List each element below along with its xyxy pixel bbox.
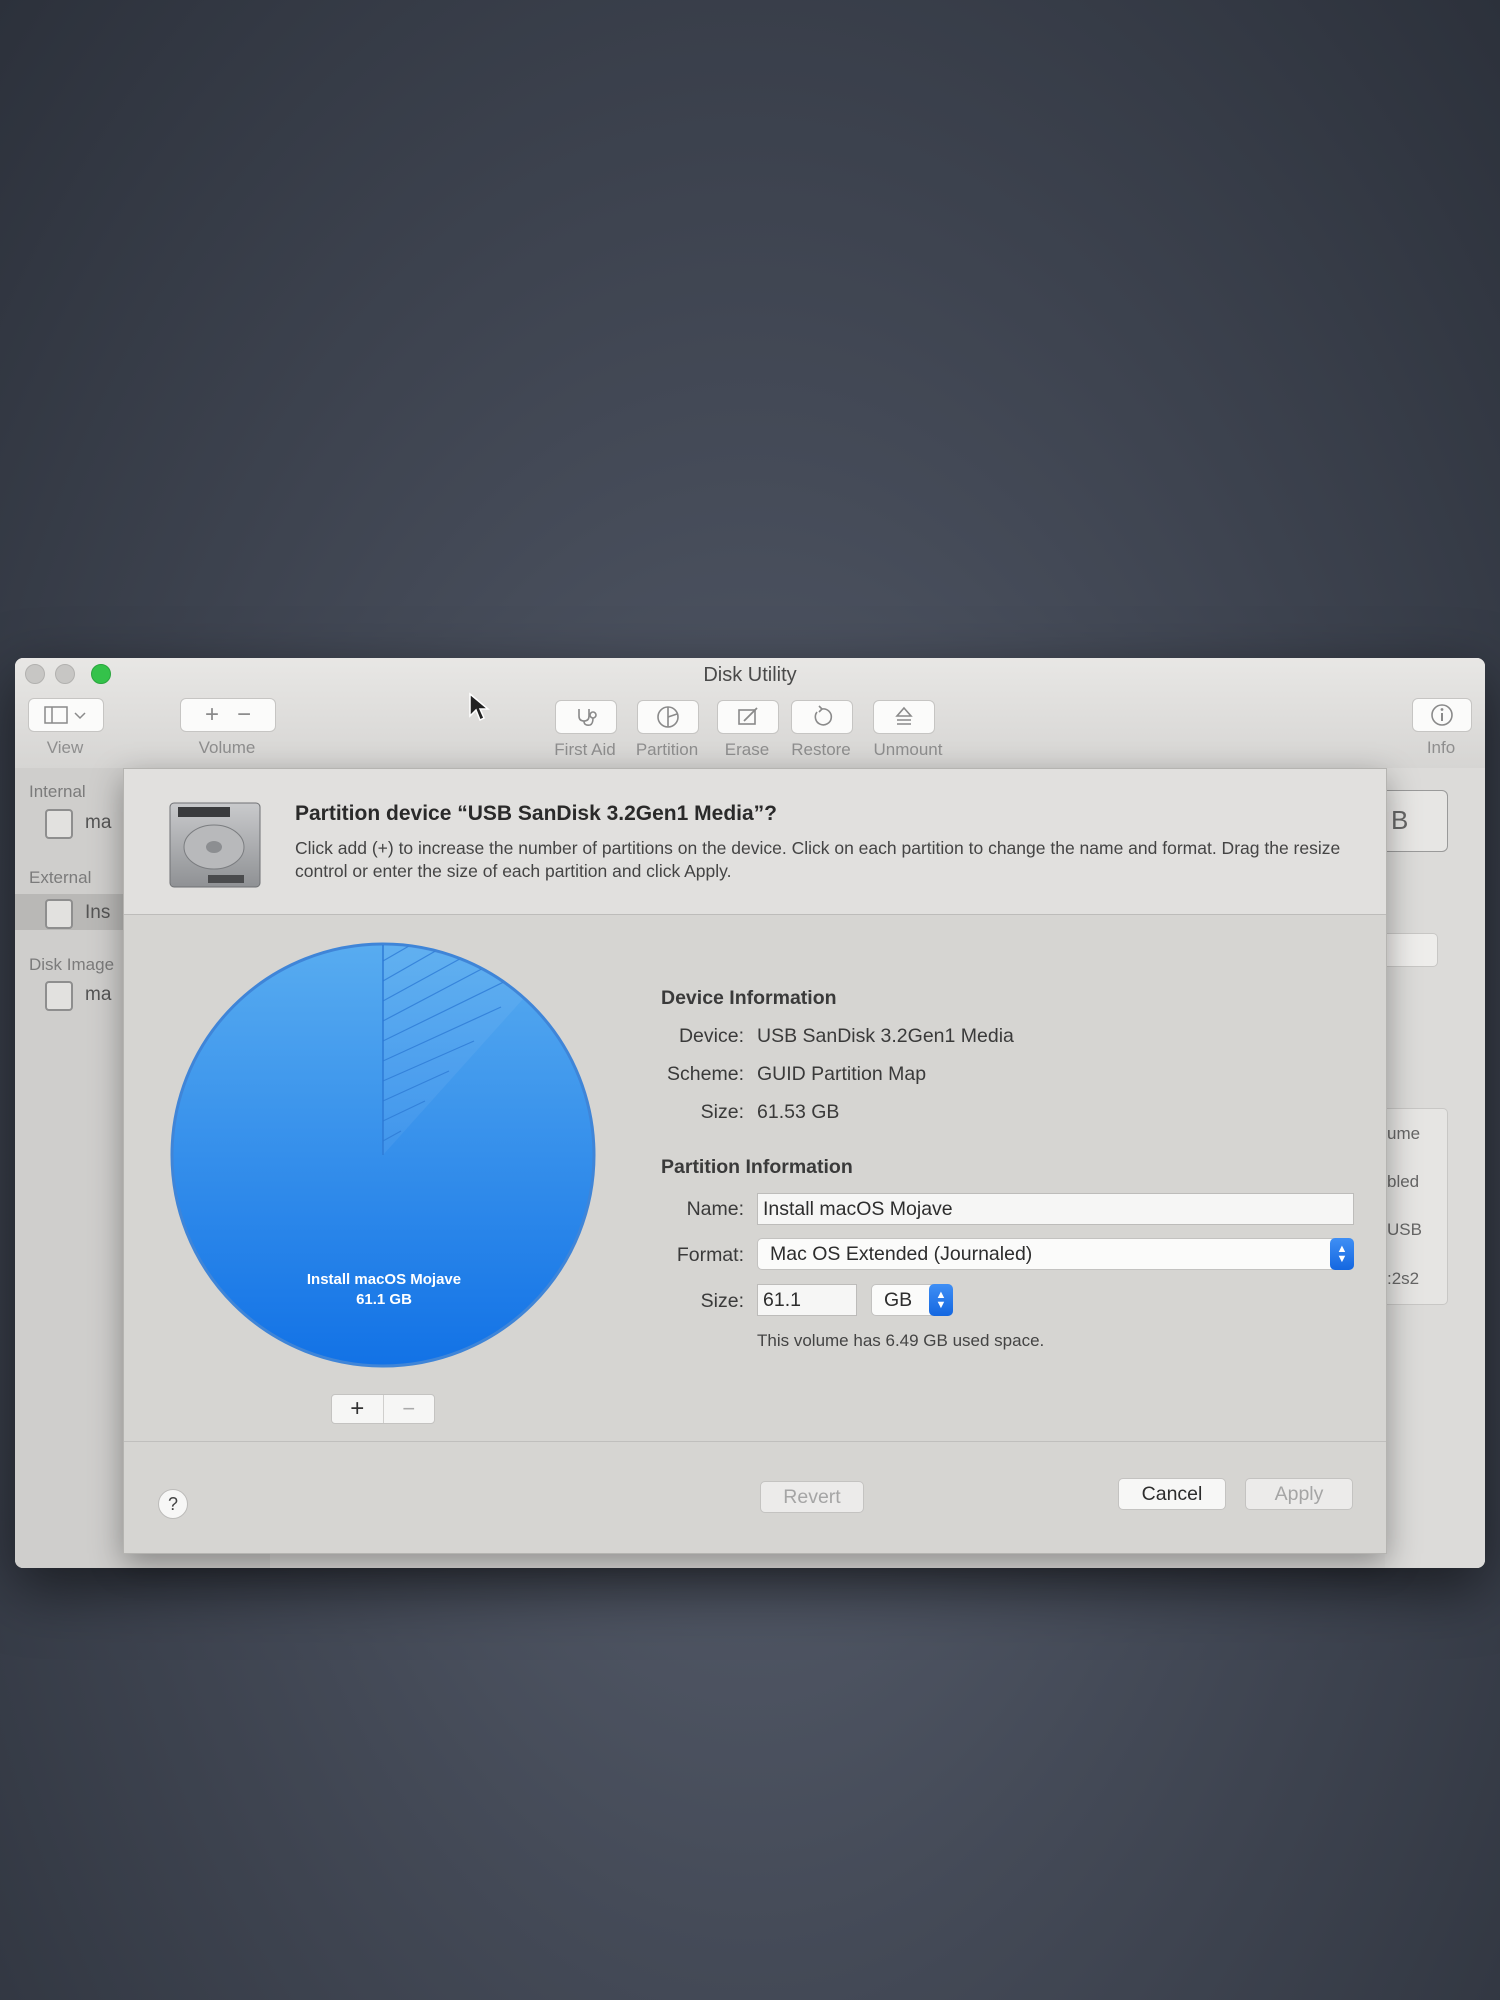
sidebar-item-internal[interactable]: ma — [85, 812, 111, 834]
format-value: Mac OS Extended (Journaled) — [770, 1242, 1033, 1265]
sidebar-header-disk-images: Disk Image — [29, 955, 115, 974]
help-button[interactable]: ? — [158, 1489, 188, 1519]
format-select[interactable]: Mac OS Extended (Journaled) ▲ ▼ — [757, 1238, 1354, 1270]
background-info-table: ume bled USB :2s2 — [1385, 1108, 1448, 1305]
toolbar: Disk Utility View + − Volume First Aid P… — [15, 658, 1485, 769]
background-row-4: :2s2 — [1387, 1269, 1420, 1288]
format-label: Format: — [676, 1244, 744, 1266]
size-unit-chevron-icon: ▲ ▼ — [929, 1284, 953, 1316]
restore-label: Restore — [791, 740, 851, 759]
device-size-value: 61.53 GB — [757, 1101, 840, 1123]
sidebar-toggle-icon — [44, 706, 86, 724]
sidebar-item-external[interactable]: Ins — [85, 902, 110, 924]
first-aid-button[interactable] — [555, 700, 617, 734]
format-chevron-icon: ▲ ▼ — [1330, 1238, 1354, 1270]
partition-size-field[interactable]: 61.1 — [757, 1284, 857, 1316]
stethoscope-icon — [578, 709, 597, 726]
partition-button[interactable] — [637, 700, 699, 734]
sheet-description: Click add (+) to increase the number of … — [295, 838, 1341, 881]
info-icon — [1431, 704, 1453, 726]
sheet-header: Partition device “USB SanDisk 3.2Gen1 Me… — [124, 769, 1386, 915]
disk-image-icon — [45, 981, 73, 1011]
background-detail-pane: B ume bled USB :2s2 — [1385, 768, 1485, 1568]
background-row-3: USB — [1387, 1220, 1422, 1239]
device-label: Device: — [678, 1025, 744, 1047]
volume-label: Volume — [198, 738, 256, 757]
add-volume-icon[interactable]: + — [205, 701, 219, 729]
first-aid-label: First Aid — [554, 740, 616, 759]
unmount-label: Unmount — [873, 740, 943, 759]
volume-buttons[interactable]: + − — [180, 698, 276, 732]
view-button[interactable] — [28, 698, 104, 732]
revert-button[interactable]: Revert — [760, 1481, 864, 1513]
scheme-label: Scheme: — [667, 1063, 744, 1085]
partition-add-remove-control: + − — [331, 1394, 435, 1424]
footer-divider — [124, 1441, 1386, 1442]
restore-arrow-icon — [814, 705, 833, 726]
view-label: View — [46, 738, 84, 757]
info-label: Info — [1426, 738, 1456, 757]
sidebar-header-internal: Internal — [29, 782, 86, 801]
restore-button[interactable] — [791, 700, 853, 734]
sidebar-item-disk-image[interactable]: ma — [85, 984, 111, 1006]
info-button[interactable] — [1412, 698, 1472, 732]
partition-sheet: Partition device “USB SanDisk 3.2Gen1 Me… — [123, 768, 1387, 1554]
unmount-button[interactable] — [873, 700, 935, 734]
background-field — [1385, 933, 1438, 967]
name-label: Name: — [686, 1198, 744, 1220]
partition-label: Partition — [635, 740, 699, 759]
partition-pie-icon — [657, 706, 679, 728]
used-space-note: This volume has 6.49 GB used space. — [757, 1331, 1045, 1350]
erase-label: Erase — [724, 740, 770, 759]
internal-disk-icon — [45, 809, 73, 839]
remove-volume-icon[interactable]: − — [237, 701, 251, 729]
eject-icon — [895, 706, 913, 725]
external-disk-icon — [45, 899, 73, 929]
sidebar-header-external: External — [29, 868, 92, 887]
size-unit-select[interactable]: GB ▲ ▼ — [871, 1284, 953, 1316]
partition-size-label: Size: — [700, 1290, 744, 1312]
partition-size-value: 61.1 — [763, 1288, 801, 1311]
device-value: USB SanDisk 3.2Gen1 Media — [757, 1025, 1014, 1047]
mouse-cursor-icon — [469, 692, 490, 722]
erase-pencil-icon — [738, 707, 758, 725]
pie-partition-size: 61.1 GB — [356, 1291, 412, 1308]
partition-info-title: Partition Information — [661, 1156, 853, 1178]
sheet-title: Partition device “USB SanDisk 3.2Gen1 Me… — [295, 802, 777, 825]
apply-button[interactable]: Apply — [1245, 1478, 1353, 1510]
cancel-button[interactable]: Cancel — [1118, 1478, 1226, 1510]
hard-drive-icon — [169, 802, 261, 888]
background-row-2: bled — [1387, 1172, 1420, 1191]
device-info-title: Device Information — [661, 987, 837, 1009]
add-partition-button[interactable]: + — [332, 1395, 384, 1423]
remove-partition-button[interactable]: − — [384, 1395, 435, 1423]
partition-name-value: Install macOS Mojave — [763, 1197, 953, 1220]
background-row-1: ume — [1387, 1124, 1421, 1143]
window-title: Disk Utility — [703, 664, 797, 686]
background-box: B — [1385, 790, 1448, 852]
device-size-label: Size: — [700, 1101, 744, 1123]
background-box-text: B — [1391, 805, 1409, 835]
partition-name-field[interactable]: Install macOS Mojave — [757, 1193, 1354, 1225]
size-unit-value: GB — [884, 1288, 913, 1311]
pie-partition-name: Install macOS Mojave — [306, 1271, 462, 1288]
scheme-value: GUID Partition Map — [757, 1063, 927, 1085]
erase-button[interactable] — [717, 700, 779, 734]
